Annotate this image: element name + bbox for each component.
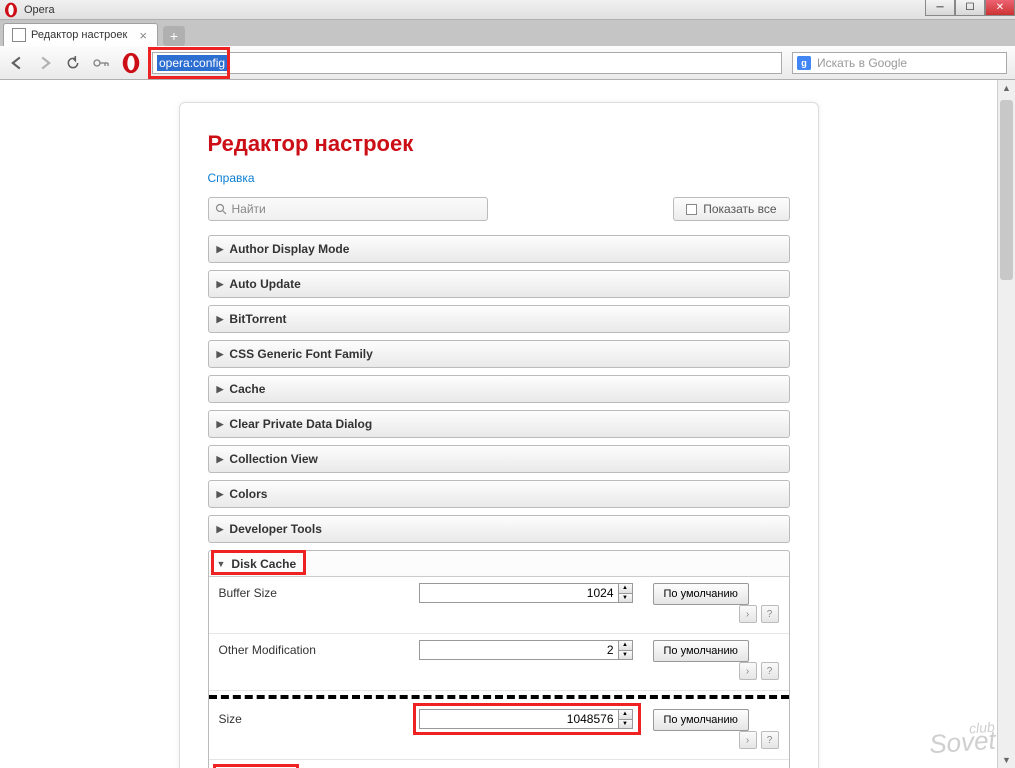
close-button[interactable]: ✕ xyxy=(985,0,1015,16)
section-label: Auto Update xyxy=(229,277,300,291)
browser-tab[interactable]: Редактор настроек × xyxy=(3,23,158,46)
helper-button[interactable]: › xyxy=(739,731,757,749)
section-label: BitTorrent xyxy=(229,312,286,326)
spinner[interactable]: ▲▼ xyxy=(619,640,633,660)
spinner[interactable]: ▲▼ xyxy=(619,709,633,729)
size-input[interactable] xyxy=(419,709,619,729)
section-label: Collection View xyxy=(229,452,317,466)
buffer-size-input[interactable] xyxy=(419,583,619,603)
opera-app-icon xyxy=(3,2,19,18)
section-label: Disk Cache xyxy=(231,557,296,571)
setting-size: Size ▲▼ По умолчанию ›? xyxy=(209,703,789,760)
setting-other-modification: Other Modification ▲▼ По умолчанию ›? xyxy=(209,634,789,691)
page-heading: Редактор настроек xyxy=(208,131,790,157)
maximize-button[interactable]: ☐ xyxy=(955,0,985,16)
section-label: Clear Private Data Dialog xyxy=(229,417,372,431)
helper-button[interactable]: › xyxy=(739,662,757,680)
app-title: Opera xyxy=(24,4,55,16)
tab-title: Редактор настроек xyxy=(31,29,127,41)
key-icon[interactable] xyxy=(92,54,110,72)
back-button[interactable] xyxy=(8,54,26,72)
chevron-right-icon: ▶ xyxy=(217,524,224,535)
vertical-scrollbar[interactable]: ▲ ▼ xyxy=(997,80,1015,768)
default-button[interactable]: По умолчанию xyxy=(653,583,749,605)
other-modification-input[interactable] xyxy=(419,640,619,660)
section-css-font[interactable]: ▶ CSS Generic Font Family xyxy=(208,340,790,368)
section-collection-view[interactable]: ▶ Collection View xyxy=(208,445,790,473)
section-cache[interactable]: ▶ Cache xyxy=(208,375,790,403)
section-auto-update[interactable]: ▶ Auto Update xyxy=(208,270,790,298)
section-label: Developer Tools xyxy=(229,522,321,536)
show-all-button[interactable]: Показать все xyxy=(673,197,789,221)
chevron-down-icon: ▼ xyxy=(217,559,226,569)
setting-buffer-size: Buffer Size ▲▼ По умолчанию ›? xyxy=(209,577,789,634)
new-tab-button[interactable]: + xyxy=(163,26,185,46)
tab-close-icon[interactable]: × xyxy=(137,28,149,43)
default-button[interactable]: По умолчанию xyxy=(653,640,749,662)
chevron-right-icon: ▶ xyxy=(217,384,224,395)
search-box[interactable]: g Искать в Google xyxy=(792,52,1007,74)
tab-strip: Редактор настроек × + xyxy=(0,20,1015,46)
section-developer-tools[interactable]: ▶ Developer Tools xyxy=(208,515,790,543)
checkbox-icon xyxy=(686,204,697,215)
help-button[interactable]: ? xyxy=(761,662,779,680)
search-placeholder: Искать в Google xyxy=(817,56,907,70)
setting-label: Other Modification xyxy=(219,640,419,657)
help-link[interactable]: Справка xyxy=(208,171,255,185)
chevron-right-icon: ▶ xyxy=(217,314,224,325)
section-label: CSS Generic Font Family xyxy=(229,347,372,361)
setting-label: Size xyxy=(219,709,419,726)
find-placeholder: Найти xyxy=(232,202,266,216)
section-author-display-mode[interactable]: ▶ Author Display Mode xyxy=(208,235,790,263)
google-icon: g xyxy=(797,56,811,70)
config-page: Редактор настроек Справка Найти Показать… xyxy=(179,102,819,768)
help-button[interactable]: ? xyxy=(761,605,779,623)
forward-button[interactable] xyxy=(36,54,54,72)
scroll-down-icon[interactable]: ▼ xyxy=(998,752,1015,768)
section-colors[interactable]: ▶ Colors xyxy=(208,480,790,508)
section-clear-private-data[interactable]: ▶ Clear Private Data Dialog xyxy=(208,410,790,438)
scroll-up-icon[interactable]: ▲ xyxy=(998,80,1015,96)
show-all-label: Показать все xyxy=(703,202,776,216)
annotation-box xyxy=(213,764,299,768)
section-label: Colors xyxy=(229,487,267,501)
annotation-separator xyxy=(209,695,789,699)
section-disk-cache-header[interactable]: ▼ Disk Cache xyxy=(209,551,789,577)
window-titlebar: Opera ─ ☐ ✕ xyxy=(0,0,1015,20)
chevron-right-icon: ▶ xyxy=(217,419,224,430)
page-icon xyxy=(12,28,26,42)
helper-button[interactable]: › xyxy=(739,605,757,623)
section-label: Author Display Mode xyxy=(229,242,349,256)
find-input[interactable]: Найти xyxy=(208,197,488,221)
action-row: Сохранить Сброс xyxy=(209,760,789,768)
browser-toolbar: opera:config g Искать в Google xyxy=(0,46,1015,80)
opera-menu-icon[interactable] xyxy=(120,52,142,74)
chevron-right-icon: ▶ xyxy=(217,279,224,290)
content-area: Редактор настроек Справка Найти Показать… xyxy=(0,80,997,768)
disk-cache-body: Buffer Size ▲▼ По умолчанию ›? Other Mod… xyxy=(209,577,789,768)
url-text: opera:config xyxy=(157,55,227,71)
section-bittorrent[interactable]: ▶ BitTorrent xyxy=(208,305,790,333)
reload-button[interactable] xyxy=(64,54,82,72)
default-button[interactable]: По умолчанию xyxy=(653,709,749,731)
spinner[interactable]: ▲▼ xyxy=(619,583,633,603)
chevron-right-icon: ▶ xyxy=(217,349,224,360)
minimize-button[interactable]: ─ xyxy=(925,0,955,16)
svg-text:g: g xyxy=(801,57,807,67)
help-button[interactable]: ? xyxy=(761,731,779,749)
scroll-thumb[interactable] xyxy=(1000,100,1013,280)
chevron-right-icon: ▶ xyxy=(217,244,224,255)
chevron-right-icon: ▶ xyxy=(217,454,224,465)
section-disk-cache: ▼ Disk Cache Buffer Size ▲▼ По умолчанию… xyxy=(208,550,790,768)
search-icon xyxy=(215,203,227,215)
setting-label: Buffer Size xyxy=(219,583,419,600)
section-label: Cache xyxy=(229,382,265,396)
address-bar[interactable]: opera:config xyxy=(152,52,782,74)
chevron-right-icon: ▶ xyxy=(217,489,224,500)
